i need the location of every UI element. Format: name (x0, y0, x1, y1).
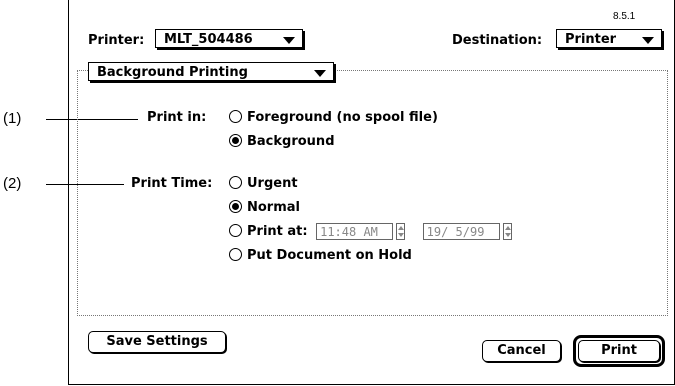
radio-background[interactable]: Background (229, 133, 335, 151)
radio-button-icon (229, 248, 242, 261)
printer-popup[interactable]: MLT_504486 (155, 29, 303, 48)
destination-value: Printer (565, 32, 617, 47)
section-popup[interactable]: Background Printing (88, 62, 334, 81)
radio-button-selected-icon (229, 134, 242, 147)
print-in-label: Print in: (147, 110, 207, 125)
destination-popup[interactable]: Printer (556, 29, 662, 48)
printer-value: MLT_504486 (164, 32, 253, 47)
radio-hold[interactable]: Put Document on Hold (229, 247, 412, 265)
radio-print-at[interactable]: Print at: 11:48 AM 19/ 5/99 (229, 223, 512, 241)
radio-urgent[interactable]: Urgent (229, 175, 298, 193)
version-label: 8.5.1 (613, 11, 636, 22)
callout-2-label: (2) (3, 175, 22, 192)
radio-print-at-label: Print at: (247, 224, 308, 239)
radio-normal-label: Normal (247, 200, 300, 215)
chevron-down-icon (642, 37, 654, 44)
radio-foreground[interactable]: Foreground (no spool file) (229, 109, 438, 127)
radio-button-icon (229, 110, 242, 123)
print-time-label: Print Time: (131, 176, 213, 191)
radio-button-selected-icon (229, 200, 242, 213)
radio-urgent-label: Urgent (247, 176, 298, 191)
date-field[interactable]: 19/ 5/99 (422, 223, 500, 240)
radio-normal[interactable]: Normal (229, 199, 300, 217)
radio-hold-label: Put Document on Hold (247, 248, 412, 263)
chevron-down-icon (283, 37, 295, 44)
radio-button-icon (229, 224, 242, 237)
printer-label: Printer: (88, 33, 145, 48)
radio-background-label: Background (247, 134, 335, 149)
time-field[interactable]: 11:48 AM (316, 223, 394, 240)
callout-1-label: (1) (3, 110, 22, 127)
time-stepper-icon[interactable] (396, 223, 406, 240)
save-settings-button[interactable]: Save Settings (88, 331, 226, 353)
radio-button-icon (229, 176, 242, 189)
cancel-button[interactable]: Cancel (482, 340, 561, 362)
settings-group-box (77, 70, 668, 316)
print-button[interactable]: Print (578, 340, 660, 362)
section-value: Background Printing (97, 65, 248, 80)
date-stepper-icon[interactable] (502, 223, 512, 240)
radio-foreground-label: Foreground (no spool file) (247, 110, 438, 125)
destination-label: Destination: (452, 33, 543, 48)
chevron-down-icon (314, 70, 326, 77)
